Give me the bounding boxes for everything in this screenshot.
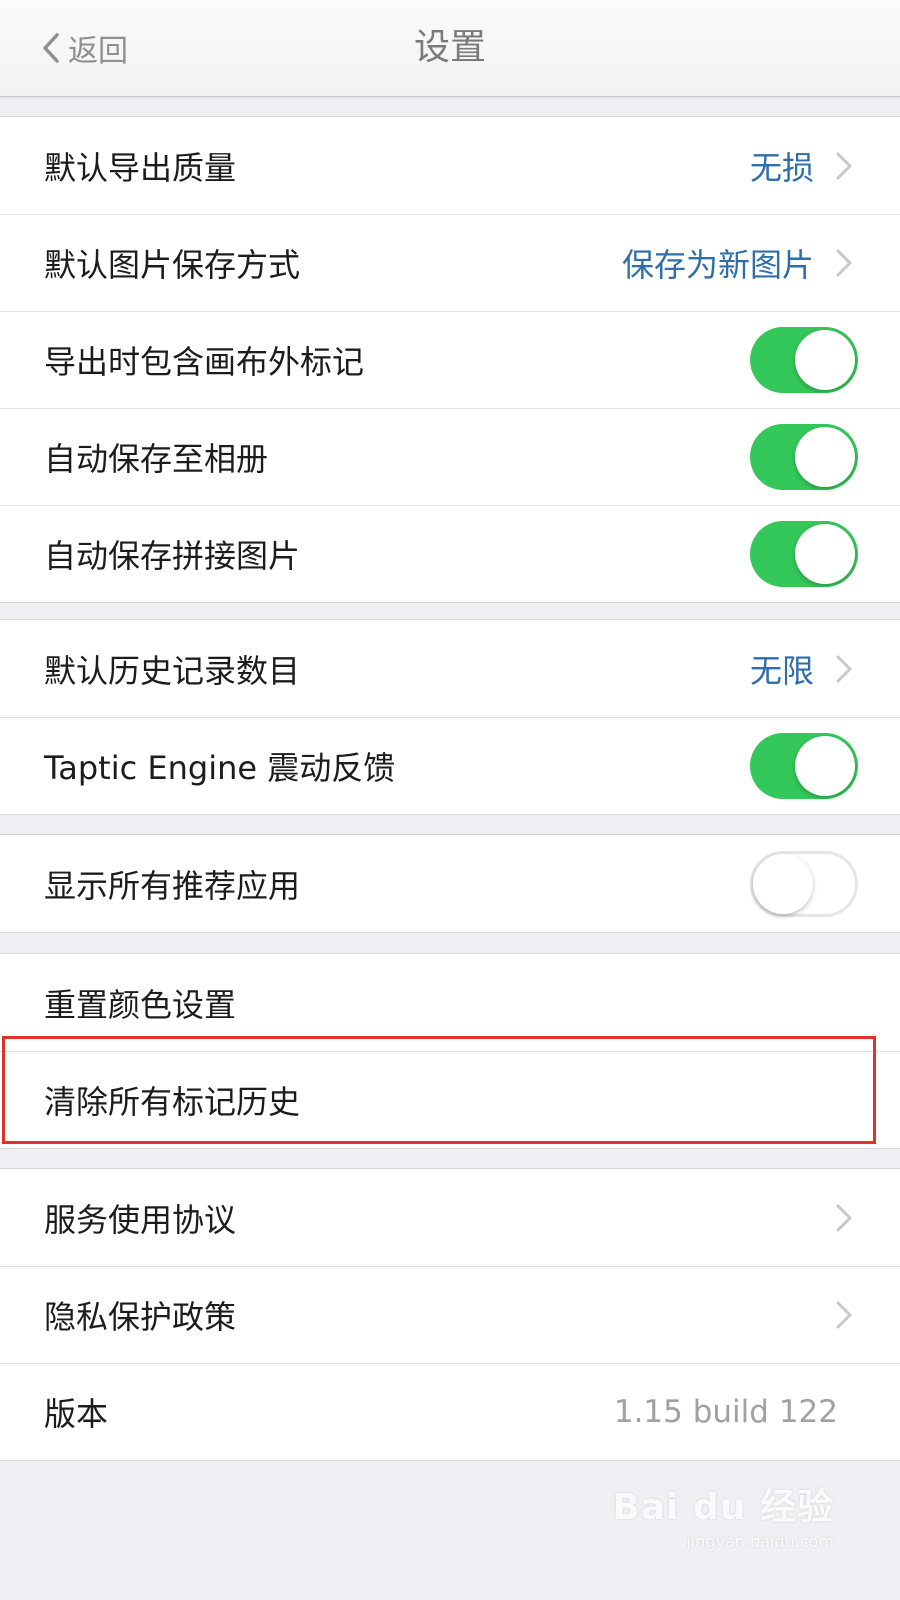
- row-label: 隐私保护政策: [44, 1297, 237, 1336]
- row-label: 默认导出质量: [44, 148, 237, 187]
- row-taptic-feedback: Taptic Engine 震动反馈: [0, 717, 900, 814]
- toggle-knob: [795, 523, 855, 584]
- row-label: 重置颜色设置: [44, 985, 237, 1024]
- row-show-recommended-apps: 显示所有推荐应用: [0, 835, 900, 932]
- chevron-right-icon: [836, 1301, 852, 1328]
- row-clear-mark-history[interactable]: 清除所有标记历史: [0, 1051, 900, 1148]
- row-label: 版本: [44, 1394, 109, 1433]
- row-label: 服务使用协议: [44, 1200, 237, 1239]
- chevron-right-icon: [836, 152, 852, 179]
- settings-group-recommend: 显示所有推荐应用: [0, 834, 900, 933]
- row-label: Taptic Engine 震动反馈: [44, 748, 396, 787]
- row-version: 版本 1.15 build 122: [0, 1363, 900, 1460]
- row-label: 显示所有推荐应用: [44, 866, 301, 905]
- settings-group-history: 默认历史记录数目 无限 Taptic Engine 震动反馈: [0, 619, 900, 815]
- taptic-feedback-toggle[interactable]: [750, 732, 858, 799]
- watermark-url: jingyan.baidu.com: [686, 1532, 834, 1551]
- row-privacy-policy[interactable]: 隐私保护政策: [0, 1266, 900, 1363]
- settings-group-about: 服务使用协议 隐私保护政策 版本 1.15 build 122: [0, 1168, 900, 1461]
- toggle-knob: [795, 426, 855, 487]
- chevron-right-icon: [836, 655, 852, 682]
- navigation-bar: 返回 设置: [0, 0, 900, 97]
- row-label: 导出时包含画布外标记: [44, 342, 365, 381]
- toggle-knob: [753, 853, 813, 914]
- row-value: 无限: [749, 651, 814, 690]
- auto-save-to-album-toggle[interactable]: [750, 423, 858, 490]
- auto-save-stitched-images-toggle[interactable]: [750, 520, 858, 587]
- row-default-image-save-mode[interactable]: 默认图片保存方式 保存为新图片: [0, 214, 900, 311]
- version-value: 1.15 build 122: [613, 1393, 838, 1430]
- toggle-knob: [795, 735, 855, 796]
- row-label: 自动保存拼接图片: [44, 536, 301, 575]
- settings-group-reset: 重置颜色设置 清除所有标记历史: [0, 953, 900, 1149]
- row-default-export-quality[interactable]: 默认导出质量 无损: [0, 117, 900, 214]
- chevron-right-icon: [836, 249, 852, 276]
- watermark-logo: Bai du 经验: [612, 1487, 834, 1528]
- include-offcanvas-marks-toggle[interactable]: [750, 326, 858, 393]
- settings-group-export: 默认导出质量 无损 默认图片保存方式 保存为新图片 导出时包含画布外标记 自动保…: [0, 116, 900, 603]
- row-value: 保存为新图片: [621, 245, 814, 284]
- toggle-knob: [795, 329, 855, 390]
- row-label: 清除所有标记历史: [44, 1082, 301, 1121]
- chevron-right-icon: [836, 1204, 852, 1231]
- watermark: Bai du 经验 jingyan.baidu.com: [612, 1478, 834, 1551]
- row-value: 无损: [749, 148, 814, 187]
- row-include-offcanvas-marks: 导出时包含画布外标记: [0, 311, 900, 408]
- row-reset-color-settings[interactable]: 重置颜色设置: [0, 954, 900, 1051]
- row-default-history-count[interactable]: 默认历史记录数目 无限: [0, 620, 900, 717]
- row-auto-save-to-album: 自动保存至相册: [0, 408, 900, 505]
- row-label: 默认图片保存方式: [44, 245, 301, 284]
- row-auto-save-stitched-images: 自动保存拼接图片: [0, 505, 900, 602]
- show-recommended-apps-toggle[interactable]: [750, 850, 858, 917]
- row-label: 默认历史记录数目: [44, 651, 301, 690]
- row-terms-of-service[interactable]: 服务使用协议: [0, 1169, 900, 1266]
- row-label: 自动保存至相册: [44, 439, 269, 478]
- page-title: 设置: [413, 27, 486, 68]
